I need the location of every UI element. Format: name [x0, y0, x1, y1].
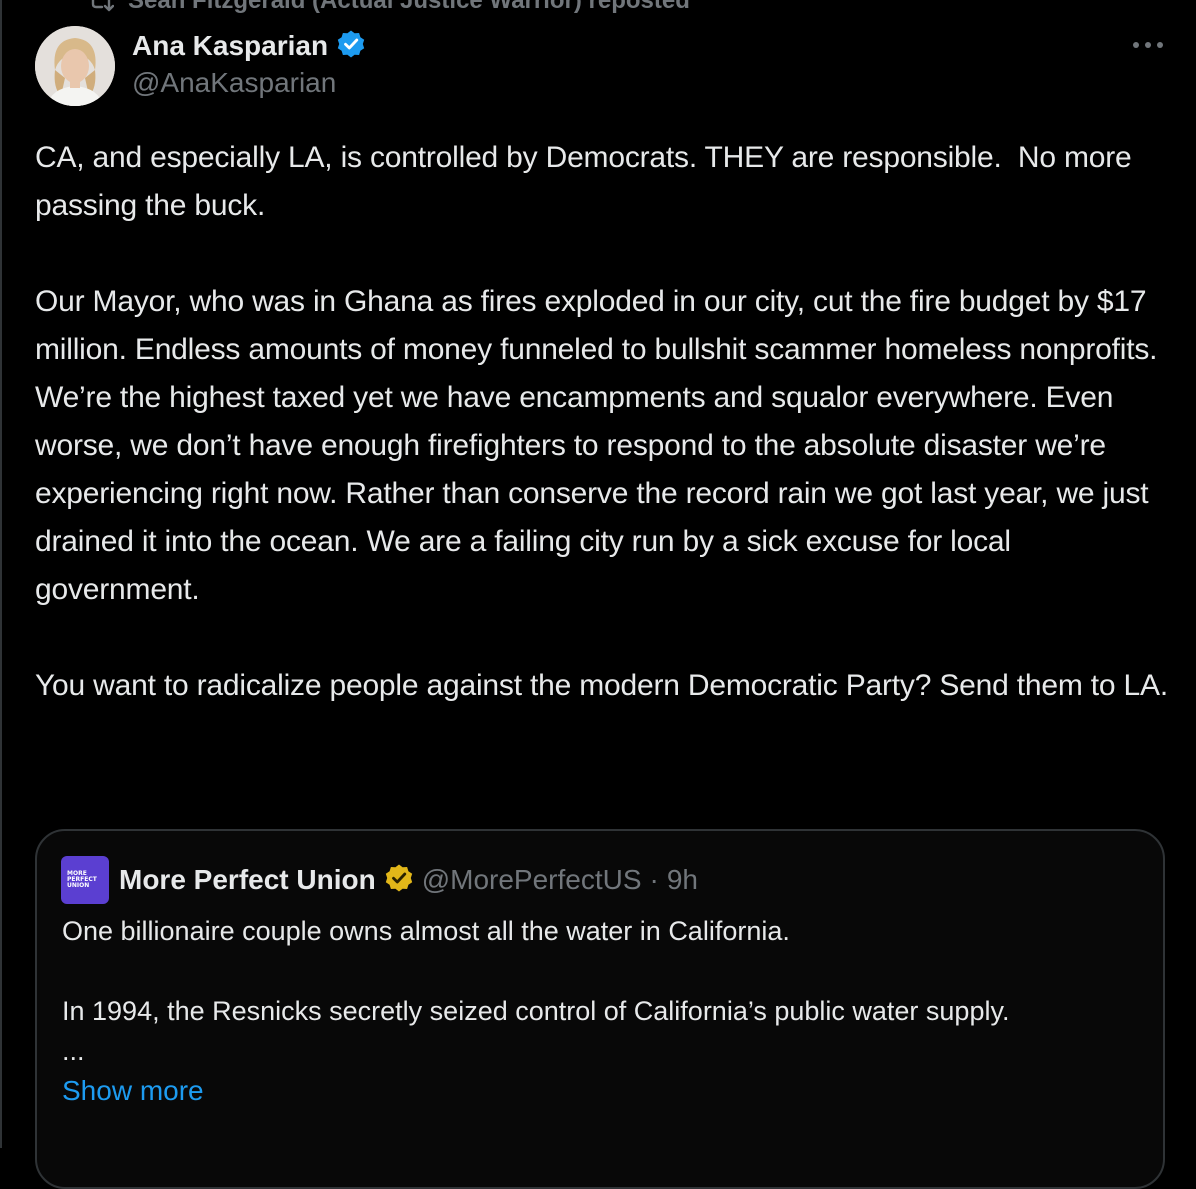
show-more-link[interactable]: Show more [62, 1071, 1142, 1111]
author-name[interactable]: Ana Kasparian [132, 30, 328, 62]
quoted-post-text: One billionaire couple owns almost all t… [62, 911, 1142, 1111]
post-paragraph: Our Mayor, who was in Ghana as fires exp… [35, 285, 1166, 606]
quoted-author-handle[interactable]: @MorePerfectUS [422, 864, 642, 896]
post-paragraph: You want to radicalize people against th… [35, 669, 1168, 702]
quoted-post-time[interactable]: 9h [667, 864, 698, 896]
gold-verified-badge-icon[interactable] [384, 863, 414, 898]
quoted-ellipsis: ... [62, 1036, 85, 1066]
more-perfect-union-logo[interactable]: MORE PERFECT UNION [61, 856, 109, 904]
quoted-post-card[interactable]: MORE PERFECT UNION More Perfect Union @M… [35, 829, 1165, 1189]
quoted-author-name[interactable]: More Perfect Union [119, 864, 376, 896]
author-avatar[interactable] [35, 26, 115, 106]
author-info[interactable]: Ana Kasparian @AnaKasparian [132, 28, 366, 99]
verified-badge-icon[interactable] [336, 29, 366, 64]
repost-context[interactable]: Sean Fitzgerald (Actual Justice Warrior)… [88, 0, 690, 14]
timeline-border [0, 0, 2, 1148]
quoted-paragraph: In 1994, the Resnicks secretly seized co… [62, 996, 1010, 1026]
separator-dot: · [649, 864, 659, 895]
more-horizontal-icon [1132, 36, 1164, 54]
quoted-post-header: MORE PERFECT UNION More Perfect Union @M… [61, 855, 698, 905]
more-options-button[interactable] [1126, 30, 1170, 60]
post-text: CA, and especially LA, is controlled by … [35, 134, 1175, 710]
repost-icon [88, 0, 114, 12]
quoted-paragraph: One billionaire couple owns almost all t… [62, 916, 790, 946]
logo-line: UNION [67, 882, 90, 889]
post-paragraph: CA, and especially LA, is controlled by … [35, 141, 1140, 222]
repost-label[interactable]: Sean Fitzgerald (Actual Justice Warrior)… [128, 0, 690, 15]
author-handle[interactable]: @AnaKasparian [132, 67, 366, 99]
